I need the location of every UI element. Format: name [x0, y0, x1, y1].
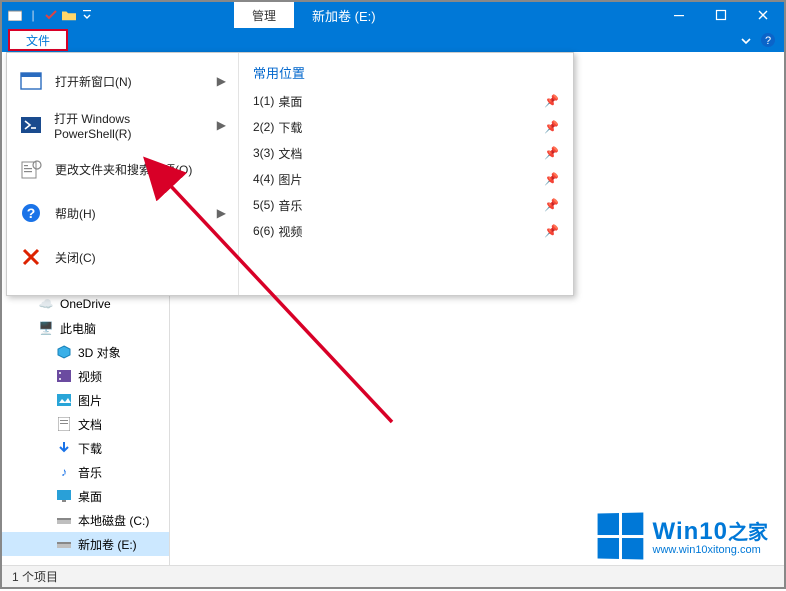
tree-volume-e[interactable]: 新加卷 (E:): [2, 532, 169, 556]
minimize-button[interactable]: [658, 2, 700, 28]
menu-label: 打开新窗口(N): [55, 73, 132, 90]
menu-folder-options[interactable]: 更改文件夹和搜索选项(O): [7, 147, 238, 191]
tree-videos[interactable]: 视频: [2, 364, 169, 388]
close-icon: [19, 245, 43, 269]
menu-help[interactable]: ? 帮助(H) ▶: [7, 191, 238, 235]
video-icon: [56, 368, 72, 384]
chevron-right-icon: ▶: [217, 206, 226, 220]
disk-icon: [56, 536, 72, 552]
place-downloads[interactable]: 2(2) 下载 📌: [245, 114, 567, 140]
tree-3d-objects[interactable]: 3D 对象: [2, 340, 169, 364]
titlebar: | 管理 新加卷 (E:): [2, 2, 784, 28]
frequent-places-header: 常用位置: [245, 61, 567, 88]
tree-pictures[interactable]: 图片: [2, 388, 169, 412]
file-tab-button[interactable]: 文件: [8, 29, 68, 51]
pc-icon: 🖥️: [38, 320, 54, 336]
file-menu-right: 常用位置 1(1) 桌面 📌 2(2) 下载 📌 3(3) 文档 📌 4(4) …: [239, 53, 573, 295]
tree-downloads[interactable]: 下载: [2, 436, 169, 460]
quick-access-toolbar: |: [2, 8, 94, 22]
ribbon-chevron-icon[interactable]: [740, 34, 752, 49]
pin-icon[interactable]: 📌: [544, 224, 559, 238]
pin-icon[interactable]: 📌: [544, 120, 559, 134]
place-desktop[interactable]: 1(1) 桌面 📌: [245, 88, 567, 114]
help-circle-icon: ?: [19, 201, 43, 225]
pin-icon[interactable]: 📌: [544, 146, 559, 160]
tree-this-pc[interactable]: 🖥️ 此电脑: [2, 316, 169, 340]
menu-open-powershell[interactable]: 打开 Windows PowerShell(R) ▶: [7, 103, 238, 147]
menu-close[interactable]: 关闭(C): [7, 235, 238, 279]
menu-label: 帮助(H): [55, 205, 96, 222]
divider-icon: |: [26, 8, 40, 22]
cloud-icon: ☁️: [38, 296, 54, 312]
menu-label: 打开 Windows PowerShell(R): [54, 110, 205, 141]
windows-logo-icon: [597, 513, 643, 560]
place-documents[interactable]: 3(3) 文档 📌: [245, 140, 567, 166]
svg-text:?: ?: [765, 35, 771, 47]
options-icon: [19, 157, 43, 181]
checkmark-icon[interactable]: [44, 8, 58, 22]
help-icon[interactable]: ?: [760, 32, 776, 51]
file-menu-left: 打开新窗口(N) ▶ 打开 Windows PowerShell(R) ▶ 更改…: [7, 53, 239, 295]
qat-dropdown-icon[interactable]: [80, 8, 94, 22]
disk-icon: [56, 512, 72, 528]
status-item-count: 1 个项目: [12, 568, 58, 585]
watermark-url: www.win10xitong.com: [653, 544, 768, 556]
tree-desktop[interactable]: 桌面: [2, 484, 169, 508]
ribbon-row: 文件 ?: [2, 28, 784, 52]
pin-icon[interactable]: 📌: [544, 172, 559, 186]
download-icon: [56, 440, 72, 456]
window-icon: [19, 69, 43, 93]
watermark-brand: Win10: [653, 518, 728, 545]
cube-icon: [56, 344, 72, 360]
menu-label: 更改文件夹和搜索选项(O): [55, 161, 192, 178]
tree-local-disk-c[interactable]: 本地磁盘 (C:): [2, 508, 169, 532]
place-music[interactable]: 5(5) 音乐 📌: [245, 192, 567, 218]
svg-text:?: ?: [27, 205, 36, 221]
app-icon: [8, 8, 22, 22]
music-icon: ♪: [56, 464, 72, 480]
place-videos[interactable]: 6(6) 视频 📌: [245, 218, 567, 244]
tree-documents[interactable]: 文档: [2, 412, 169, 436]
place-pictures[interactable]: 4(4) 图片 📌: [245, 166, 567, 192]
maximize-button[interactable]: [700, 2, 742, 28]
chevron-right-icon: ▶: [217, 74, 226, 88]
file-menu-dropdown: 打开新窗口(N) ▶ 打开 Windows PowerShell(R) ▶ 更改…: [6, 52, 574, 296]
folder-icon[interactable]: [62, 8, 76, 22]
watermark: Win10之家 www.win10xitong.com: [597, 513, 768, 559]
powershell-icon: [19, 113, 42, 137]
menu-label: 关闭(C): [55, 249, 96, 266]
pin-icon[interactable]: 📌: [544, 94, 559, 108]
ribbon-context-tab[interactable]: 管理: [234, 2, 294, 28]
tree-music[interactable]: ♪ 音乐: [2, 460, 169, 484]
window-title: 新加卷 (E:): [312, 2, 376, 28]
document-icon: [56, 416, 72, 432]
pin-icon[interactable]: 📌: [544, 198, 559, 212]
status-bar: 1 个项目: [2, 565, 784, 587]
image-icon: [56, 392, 72, 408]
close-button[interactable]: [742, 2, 784, 28]
menu-open-new-window[interactable]: 打开新窗口(N) ▶: [7, 59, 238, 103]
chevron-right-icon: ▶: [217, 118, 226, 132]
desktop-icon: [56, 488, 72, 504]
